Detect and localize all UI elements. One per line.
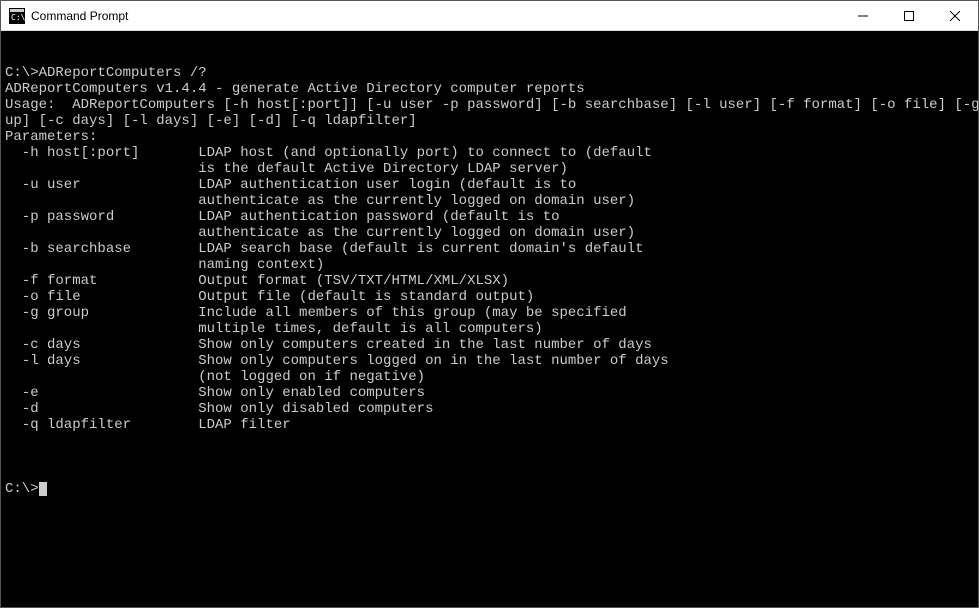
terminal-line: authenticate as the currently logged on … [5, 193, 974, 209]
cursor [39, 482, 47, 496]
terminal-line: up] [-c days] [-l days] [-e] [-d] [-q ld… [5, 113, 974, 129]
terminal-line: -l days Show only computers logged on in… [5, 353, 974, 369]
terminal-line: -o file Output file (default is standard… [5, 289, 974, 305]
titlebar-left: C:\ Command Prompt [9, 8, 128, 24]
command-prompt-window: C:\ Command Prompt C:\>ADReportComputers… [0, 0, 979, 608]
window-title: Command Prompt [31, 9, 128, 23]
terminal-line: -d Show only disabled computers [5, 401, 974, 417]
titlebar: C:\ Command Prompt [1, 1, 978, 31]
prompt-text: C:\> [5, 481, 39, 497]
terminal-line: multiple times, default is all computers… [5, 321, 974, 337]
terminal-line: C:\>ADReportComputers /? [5, 65, 974, 81]
terminal-line: authenticate as the currently logged on … [5, 225, 974, 241]
terminal-line: -u user LDAP authentication user login (… [5, 177, 974, 193]
terminal-line: -f format Output format (TSV/TXT/HTML/XM… [5, 273, 974, 289]
command-prompt-icon: C:\ [9, 8, 25, 24]
terminal-line: -c days Show only computers created in t… [5, 337, 974, 353]
terminal-line: is the default Active Directory LDAP ser… [5, 161, 974, 177]
minimize-button[interactable] [840, 1, 886, 30]
svg-text:C:\: C:\ [11, 13, 25, 22]
terminal-prompt-line: C:\> [5, 481, 974, 497]
terminal-line [5, 433, 974, 449]
terminal-line: -p password LDAP authentication password… [5, 209, 974, 225]
terminal-line: Parameters: [5, 129, 974, 145]
terminal-line: -g group Include all members of this gro… [5, 305, 974, 321]
terminal-line: -b searchbase LDAP search base (default … [5, 241, 974, 257]
maximize-button[interactable] [886, 1, 932, 30]
terminal-line: Usage: ADReportComputers [-h host[:port]… [5, 97, 974, 113]
window-controls [840, 1, 978, 30]
terminal-area[interactable]: C:\>ADReportComputers /?ADReportComputer… [1, 31, 978, 607]
terminal-line: -q ldapfilter LDAP filter [5, 417, 974, 433]
terminal-line: -h host[:port] LDAP host (and optionally… [5, 145, 974, 161]
terminal-line: -e Show only enabled computers [5, 385, 974, 401]
close-button[interactable] [932, 1, 978, 30]
terminal-line: naming context) [5, 257, 974, 273]
terminal-line: ADReportComputers v1.4.4 - generate Acti… [5, 81, 974, 97]
terminal-output: C:\>ADReportComputers /?ADReportComputer… [5, 65, 974, 449]
terminal-line: (not logged on if negative) [5, 369, 974, 385]
